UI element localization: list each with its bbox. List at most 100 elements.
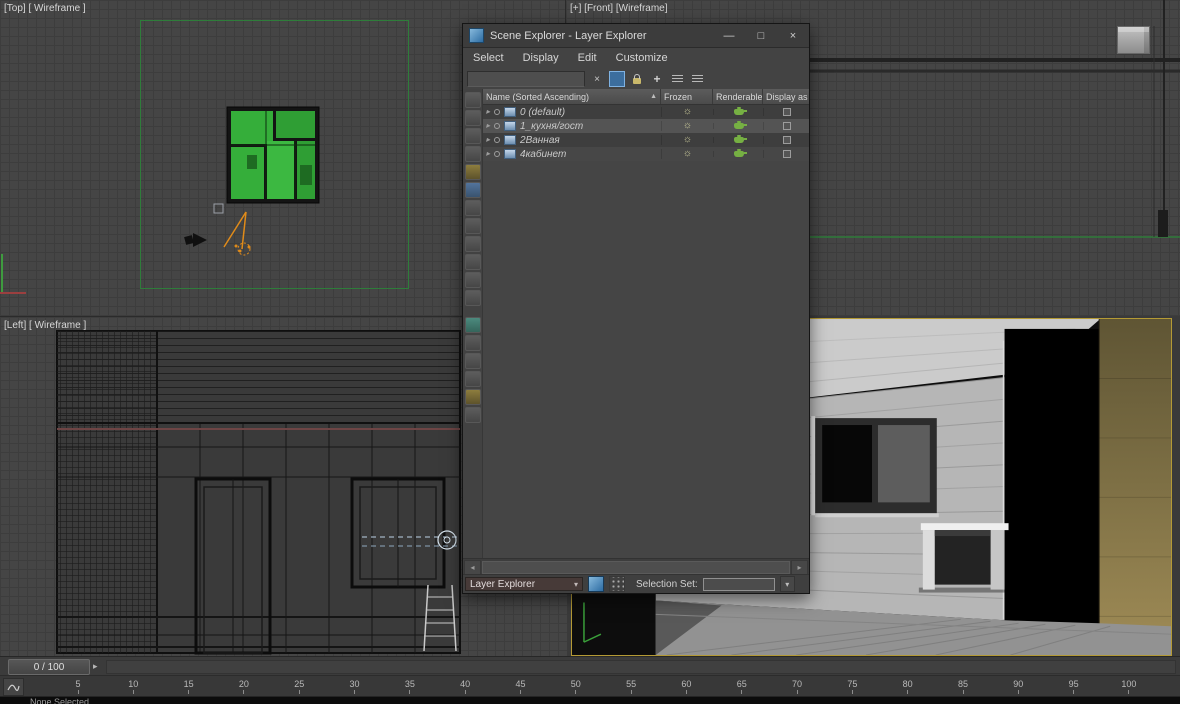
viewport-top-label[interactable]: [Top] [ Wireframe ] (4, 3, 86, 14)
search-input[interactable] (467, 71, 585, 87)
viewport-front-label[interactable]: [+] [Front] [Wireframe] (570, 3, 668, 14)
time-slider-track[interactable] (106, 660, 1176, 674)
layer-name[interactable]: 2Ванная (520, 135, 560, 146)
layer-name[interactable]: 1_кухня/гост (520, 121, 583, 132)
timeline-tick: 5 (66, 679, 90, 694)
window-titlebar[interactable]: Scene Explorer - Layer Explorer — □ × (463, 24, 809, 48)
time-slider-frame-box[interactable]: 0 / 100 (8, 659, 90, 675)
menu-display[interactable]: Display (523, 52, 559, 64)
display-spacewarps-icon[interactable] (465, 200, 481, 216)
timeline-ruler[interactable]: 5 10 15 20 25 30 35 40 45 50 55 60 65 70… (0, 676, 1180, 697)
selection-set-label: Selection Set: (636, 579, 698, 590)
display-as-box-toggle-icon[interactable] (783, 150, 791, 158)
sort-by-name-icon[interactable] (465, 317, 481, 333)
sort-by-type-icon[interactable] (465, 335, 481, 351)
frozen-toggle-icon[interactable]: ☼ (683, 121, 692, 131)
expand-arrow-icon[interactable]: ▸ (486, 150, 490, 158)
selection-set-input[interactable] (703, 578, 775, 591)
horizontal-scrollbar[interactable]: ◂ ▸ (463, 558, 809, 575)
timeline-tick: 15 (177, 679, 201, 694)
collapse-all-button[interactable] (689, 71, 705, 87)
layer-row[interactable]: ▸ 1_кухня/гост ☼ (483, 119, 809, 133)
maximize-button[interactable]: □ (745, 24, 777, 47)
active-layer-dot[interactable] (494, 151, 500, 157)
expand-all-button[interactable] (669, 71, 685, 87)
mini-curve-editor-button[interactable] (3, 678, 24, 696)
menu-select[interactable]: Select (473, 52, 504, 64)
dock-grip-icon[interactable] (609, 576, 625, 592)
display-bones-icon[interactable] (465, 236, 481, 252)
display-helpers-icon[interactable] (465, 182, 481, 198)
scene-explorer-window: Scene Explorer - Layer Explorer — □ × Se… (462, 23, 810, 594)
menu-customize[interactable]: Customize (616, 52, 668, 64)
explorer-toolbar: × + (463, 68, 809, 91)
display-as-box-toggle-icon[interactable] (783, 122, 791, 130)
display-as-box-toggle-icon[interactable] (783, 136, 791, 144)
timeline-tick: 40 (453, 679, 477, 694)
layer-icon (504, 149, 516, 159)
sort-by-color-icon[interactable] (465, 353, 481, 369)
scrollbar-thumb[interactable] (482, 561, 790, 574)
select-filter-toggle[interactable] (609, 71, 625, 87)
expand-arrow-icon[interactable]: ▸ (486, 122, 490, 130)
next-frame-arrow-icon[interactable]: ▸ (93, 661, 98, 672)
layer-row[interactable]: ▸ 4кабинет ☼ (483, 147, 809, 161)
explorer-menubar: Select Display Edit Customize (463, 48, 809, 68)
display-particles-icon[interactable] (465, 218, 481, 234)
timeline-ticks: 5 10 15 20 25 30 35 40 45 50 55 60 65 70… (66, 679, 1141, 694)
display-cameras-icon[interactable] (465, 164, 481, 180)
collapse-hierarchy-icon[interactable] (465, 407, 481, 423)
expand-arrow-icon[interactable]: ▸ (486, 136, 490, 144)
scroll-right-arrow[interactable]: ▸ (791, 560, 808, 575)
layer-name[interactable]: 4кабинет (520, 149, 566, 160)
frozen-toggle-icon[interactable]: ☼ (683, 107, 692, 117)
minimize-button[interactable]: — (713, 24, 745, 47)
column-frozen[interactable]: Frozen (661, 89, 713, 104)
explorer-mode-select[interactable]: Layer Explorer ▾ (465, 577, 583, 591)
timeline-tick: 50 (564, 679, 588, 694)
timeline-tick: 60 (674, 679, 698, 694)
display-geometry-icon[interactable] (465, 110, 481, 126)
timeline-tick: 80 (896, 679, 920, 694)
active-layer-dot[interactable] (494, 137, 500, 143)
scene-explorer-mode-icon[interactable] (588, 576, 604, 592)
column-display-as-box[interactable]: Display as Bo (763, 89, 809, 104)
expand-hierarchy-icon[interactable] (465, 389, 481, 405)
scroll-left-arrow[interactable]: ◂ (464, 560, 481, 575)
renderable-teapot-icon[interactable] (734, 123, 744, 129)
timeline-tick: 95 (1062, 679, 1086, 694)
viewport-left-label[interactable]: [Left] [ Wireframe ] (4, 320, 86, 331)
display-lights-icon[interactable] (465, 146, 481, 162)
renderable-teapot-icon[interactable] (734, 137, 744, 143)
layer-row[interactable]: ▸ 0 (default) ☼ (483, 105, 809, 119)
display-shapes-icon[interactable] (465, 128, 481, 144)
lock-cell-editing-toggle[interactable] (629, 71, 645, 87)
timeline-tick: 70 (785, 679, 809, 694)
close-button[interactable]: × (777, 24, 809, 47)
renderable-teapot-icon[interactable] (734, 109, 744, 115)
sort-by-layer-icon[interactable] (465, 371, 481, 387)
frozen-toggle-icon[interactable]: ☼ (683, 135, 692, 145)
active-layer-dot[interactable] (494, 109, 500, 115)
clear-search-button[interactable]: × (589, 71, 605, 87)
add-layer-button[interactable]: + (649, 71, 665, 87)
selection-set-dropdown-icon[interactable]: ▾ (780, 576, 795, 592)
layer-row[interactable]: ▸ 2Ванная ☼ (483, 133, 809, 147)
expand-arrow-icon[interactable]: ▸ (486, 108, 490, 116)
frozen-toggle-icon[interactable]: ☼ (683, 149, 692, 159)
display-groups-icon[interactable] (465, 254, 481, 270)
timeline-tick: 45 (509, 679, 533, 694)
display-as-box-toggle-icon[interactable] (783, 108, 791, 116)
display-materials-icon[interactable] (465, 290, 481, 306)
column-name[interactable]: Name (Sorted Ascending) ▲ (483, 89, 661, 104)
active-layer-dot[interactable] (494, 123, 500, 129)
renderable-teapot-icon[interactable] (734, 151, 744, 157)
column-renderable[interactable]: Renderable (713, 89, 763, 104)
display-none-icon[interactable] (465, 92, 481, 108)
layer-name[interactable]: 0 (default) (520, 107, 565, 118)
viewcube[interactable] (1117, 26, 1150, 54)
layer-list[interactable]: ▸ 0 (default) ☼ ▸ (483, 105, 809, 559)
menu-edit[interactable]: Edit (578, 52, 597, 64)
track-bar[interactable]: 0 / 100 ▸ (0, 656, 1180, 676)
display-xrefs-icon[interactable] (465, 272, 481, 288)
